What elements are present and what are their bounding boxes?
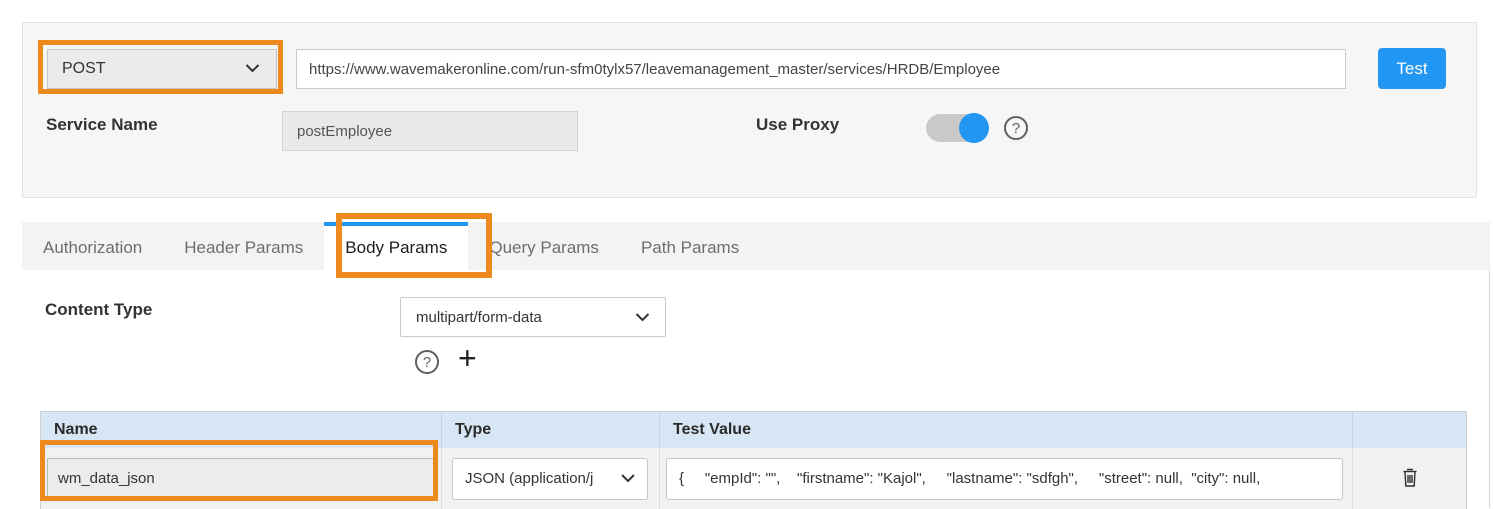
column-header-actions — [1353, 412, 1466, 448]
chevron-down-icon — [621, 470, 635, 487]
content-type-select[interactable]: multipart/form-data — [400, 297, 666, 337]
params-table: Name Type Test Value wm_data_json JSON (… — [40, 411, 1467, 509]
use-proxy-label: Use Proxy — [756, 115, 839, 135]
test-button[interactable]: Test — [1378, 48, 1446, 89]
param-type-select[interactable]: JSON (application/j — [452, 458, 648, 500]
toggle-thumb — [959, 113, 989, 143]
content-type-label: Content Type — [45, 300, 152, 320]
table-row: wm_data_json JSON (application/j — [41, 448, 1466, 509]
http-method-select[interactable]: POST — [47, 49, 277, 89]
param-name-field[interactable]: wm_data_json — [47, 458, 435, 500]
chevron-down-icon — [245, 60, 260, 78]
column-header-test-value: Test Value — [660, 412, 1353, 448]
delete-param-button[interactable] — [1401, 466, 1419, 491]
tab-header-params[interactable]: Header Params — [163, 222, 324, 270]
param-actions-cell — [1353, 448, 1466, 509]
params-tabbar: Authorization Header Params Body Params … — [22, 222, 1490, 270]
param-name-value: wm_data_json — [58, 470, 155, 487]
param-name-cell: wm_data_json — [41, 448, 442, 509]
service-name-value: postEmployee — [297, 123, 392, 140]
column-header-type: Type — [442, 412, 660, 448]
proxy-help-icon[interactable]: ? — [1004, 116, 1028, 140]
http-method-value: POST — [62, 60, 106, 78]
request-url-input[interactable] — [296, 49, 1346, 89]
param-type-value: JSON (application/j — [465, 470, 593, 487]
table-header-row: Name Type Test Value — [41, 412, 1466, 448]
tab-query-params[interactable]: Query Params — [468, 222, 620, 270]
content-type-value: multipart/form-data — [416, 309, 542, 326]
add-param-icon[interactable]: + — [458, 342, 477, 374]
service-name-label: Service Name — [46, 115, 158, 135]
content-type-help-icon[interactable]: ? — [415, 350, 439, 374]
tab-path-params[interactable]: Path Params — [620, 222, 760, 270]
service-name-field[interactable]: postEmployee — [282, 111, 578, 151]
column-header-name: Name — [41, 412, 442, 448]
trash-icon — [1401, 476, 1419, 491]
chevron-down-icon — [635, 309, 650, 326]
tab-body-params[interactable]: Body Params — [324, 222, 468, 270]
request-config-card: POST Test Service Name postEmployee Use … — [22, 22, 1477, 198]
tab-authorization[interactable]: Authorization — [22, 222, 163, 270]
param-type-cell: JSON (application/j — [442, 448, 660, 509]
param-test-value-input[interactable] — [666, 458, 1343, 500]
use-proxy-toggle[interactable] — [926, 114, 988, 142]
body-params-pane: Content Type multipart/form-data ? + Nam… — [22, 270, 1490, 508]
param-test-value-cell — [660, 448, 1353, 509]
